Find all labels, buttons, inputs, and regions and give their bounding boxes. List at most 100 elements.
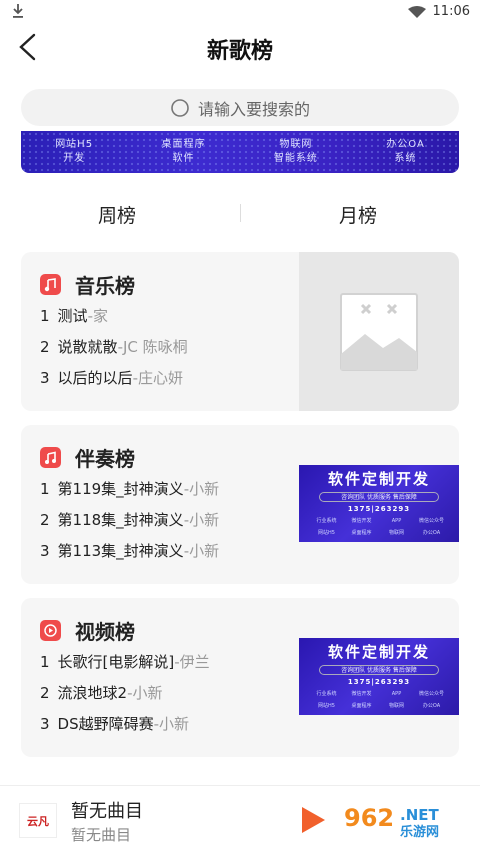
promo-subtitle: 咨询团队 优质服务 售后保障 [319, 492, 439, 502]
rank-number: 1 [40, 307, 50, 325]
promo-grid-item: 物联网 [388, 703, 404, 709]
song-title: 流浪地球2 [57, 684, 128, 702]
video-play-icon [40, 620, 61, 641]
rank-number: 1 [40, 480, 50, 498]
banner-item-line1: 网站H5 [55, 139, 94, 150]
promo-grid-item: 办公OA [422, 703, 441, 709]
mini-player[interactable]: 云凡 暂无曲目 暂无曲目 962 .NET 乐游网 [0, 785, 480, 853]
song-title: DS越野障碍赛 [57, 715, 154, 733]
artist-name: -小新 [183, 511, 220, 529]
banner-item-line2: 系统 [394, 153, 417, 164]
song-title: 第118集_封神演义 [57, 511, 184, 529]
rank-number: 3 [40, 715, 50, 733]
promo-grid-item: APP [391, 691, 402, 697]
artist-name: -小新 [183, 480, 220, 498]
chart-row[interactable]: 3 第113集_封神演义-小新 [40, 540, 219, 561]
banner-item: 网站H5 开发 [55, 138, 93, 166]
promo-phone: 1375|263293 [347, 678, 411, 686]
banner-item-line1: 办公OA [386, 139, 425, 150]
promo-grid-item: 网站H5 [318, 530, 335, 536]
song-title: 测试 [57, 307, 88, 325]
chart-card-music[interactable]: 音乐榜 1 测试-家 2 说散就散-JC 陈咏桐 3 以后的以后-庄心妍 [21, 252, 459, 411]
artist-name: -庄心妍 [132, 369, 183, 387]
chart-row[interactable]: 1 第119集_封神演义-小新 [40, 478, 219, 499]
search-bar[interactable]: 请输入要搜索的 [21, 89, 459, 126]
site-watermark-logo: 962 .NET 乐游网 [340, 802, 476, 840]
promo-grid-item: 微信公众号 [418, 518, 444, 524]
chart-row[interactable]: 3 以后的以后-庄心妍 [40, 367, 183, 388]
artist-name: -小新 [127, 684, 163, 702]
chart-row[interactable]: 1 测试-家 [40, 305, 108, 326]
tab-monthly[interactable]: 月榜 [339, 201, 377, 228]
artist-name: -伊兰 [174, 653, 210, 671]
play-icon[interactable] [299, 805, 327, 835]
promo-image: 软件定制开发 咨询团队 优质服务 售后保障 1375|263293 行业系统 微… [299, 638, 459, 715]
card-header: 视频榜 [40, 616, 135, 645]
promo-grid-item: APP [391, 518, 402, 524]
song-title: 第113集_封神演义 [57, 542, 184, 560]
promo-phone: 1375|263293 [347, 505, 411, 513]
artist-name: -小新 [153, 715, 190, 733]
chart-card-accompaniment[interactable]: 伴奏榜 1 第119集_封神演义-小新 2 第118集_封神演义-小新 3 第113集… [21, 425, 459, 584]
promo-image: 软件定制开发 咨询团队 优质服务 售后保障 1375|263293 行业系统 微… [299, 465, 459, 542]
artist-name: -JC 陈咏桐 [117, 338, 188, 356]
promo-grid-item: 微信公众号 [418, 691, 444, 697]
promo-grid-item: 物联网 [388, 530, 404, 536]
svg-text:962: 962 [344, 804, 394, 832]
promo-banner[interactable]: 网站H5 开发 桌面程序 软件 物联网 智能系统 办公OA 系统 [21, 131, 459, 173]
banner-item-line2: 开发 [63, 153, 86, 164]
status-bar: 11:06 [0, 0, 480, 24]
tab-weekly[interactable]: 周榜 [98, 201, 136, 228]
banner-item-line1: 桌面程序 [161, 139, 206, 150]
search-icon [171, 98, 189, 117]
chart-row[interactable]: 2 第118集_封神演义-小新 [40, 509, 219, 530]
banner-item-line1: 物联网 [279, 139, 313, 150]
svg-text:乐游网: 乐游网 [400, 824, 439, 840]
period-tabs: 周榜 月榜 [0, 193, 480, 233]
chart-row[interactable]: 1 长歌行[电影解说]-伊兰 [40, 651, 210, 672]
card-title: 视频榜 [75, 620, 135, 644]
artist-name: -家 [87, 307, 108, 325]
nav-bar: 新歌榜 [0, 24, 480, 70]
banner-item: 物联网 智能系统 [274, 138, 318, 166]
chart-card-video[interactable]: 视频榜 1 长歌行[电影解说]-伊兰 2 流浪地球2-小新 3 DS越野障碍赛-小新 … [21, 598, 459, 757]
promo-title: 软件定制开发 [327, 470, 430, 488]
rank-number: 2 [40, 684, 50, 702]
promo-grid: 行业系统 微信开发 APP 微信公众号 网站H5 桌面程序 物联网 办公OA [309, 515, 449, 539]
banner-item: 办公OA 系统 [386, 138, 425, 166]
rank-number: 3 [40, 369, 50, 387]
card-header: 音乐榜 [40, 270, 135, 299]
song-title: 说散就散 [57, 338, 118, 356]
promo-grid-item: 行业系统 [316, 691, 337, 697]
song-title: 第119集_封神演义 [57, 480, 184, 498]
promo-grid-item: 桌面程序 [351, 530, 372, 536]
promo-grid: 行业系统 微信开发 APP 微信公众号 网站H5 桌面程序 物联网 办公OA [309, 688, 449, 712]
card-header: 伴奏榜 [40, 443, 135, 472]
promo-subtitle: 咨询团队 优质服务 售后保障 [319, 665, 439, 675]
page-title: 新歌榜 [206, 39, 273, 64]
broken-image-placeholder [299, 252, 459, 411]
card-title: 音乐榜 [75, 274, 135, 298]
rank-number: 2 [40, 511, 50, 529]
tab-divider [240, 204, 241, 222]
promo-grid-item: 微信开发 [351, 518, 372, 524]
card-title: 伴奏榜 [75, 447, 135, 471]
chart-row[interactable]: 3 DS越野障碍赛-小新 [40, 713, 189, 734]
song-title: 以后的以后 [57, 369, 133, 387]
music-note-icon [40, 274, 61, 295]
now-playing-title: 暂无曲目 [71, 801, 143, 822]
status-time: 11:06 [432, 4, 470, 19]
search-placeholder: 请输入要搜索的 [197, 99, 310, 119]
banner-item: 桌面程序 软件 [161, 138, 205, 166]
promo-title: 软件定制开发 [327, 643, 430, 661]
rank-number: 2 [40, 338, 50, 356]
double-note-icon [40, 447, 61, 468]
song-title: 长歌行[电影解说] [57, 653, 175, 671]
chart-row[interactable]: 2 说散就散-JC 陈咏桐 [40, 336, 188, 357]
promo-grid-item: 行业系统 [316, 518, 337, 524]
banner-item-line2: 智能系统 [273, 153, 318, 164]
download-icon [13, 4, 23, 18]
promo-grid-item: 桌面程序 [351, 703, 372, 709]
promo-grid-item: 微信开发 [351, 691, 372, 697]
chart-row[interactable]: 2 流浪地球2-小新 [40, 682, 163, 703]
